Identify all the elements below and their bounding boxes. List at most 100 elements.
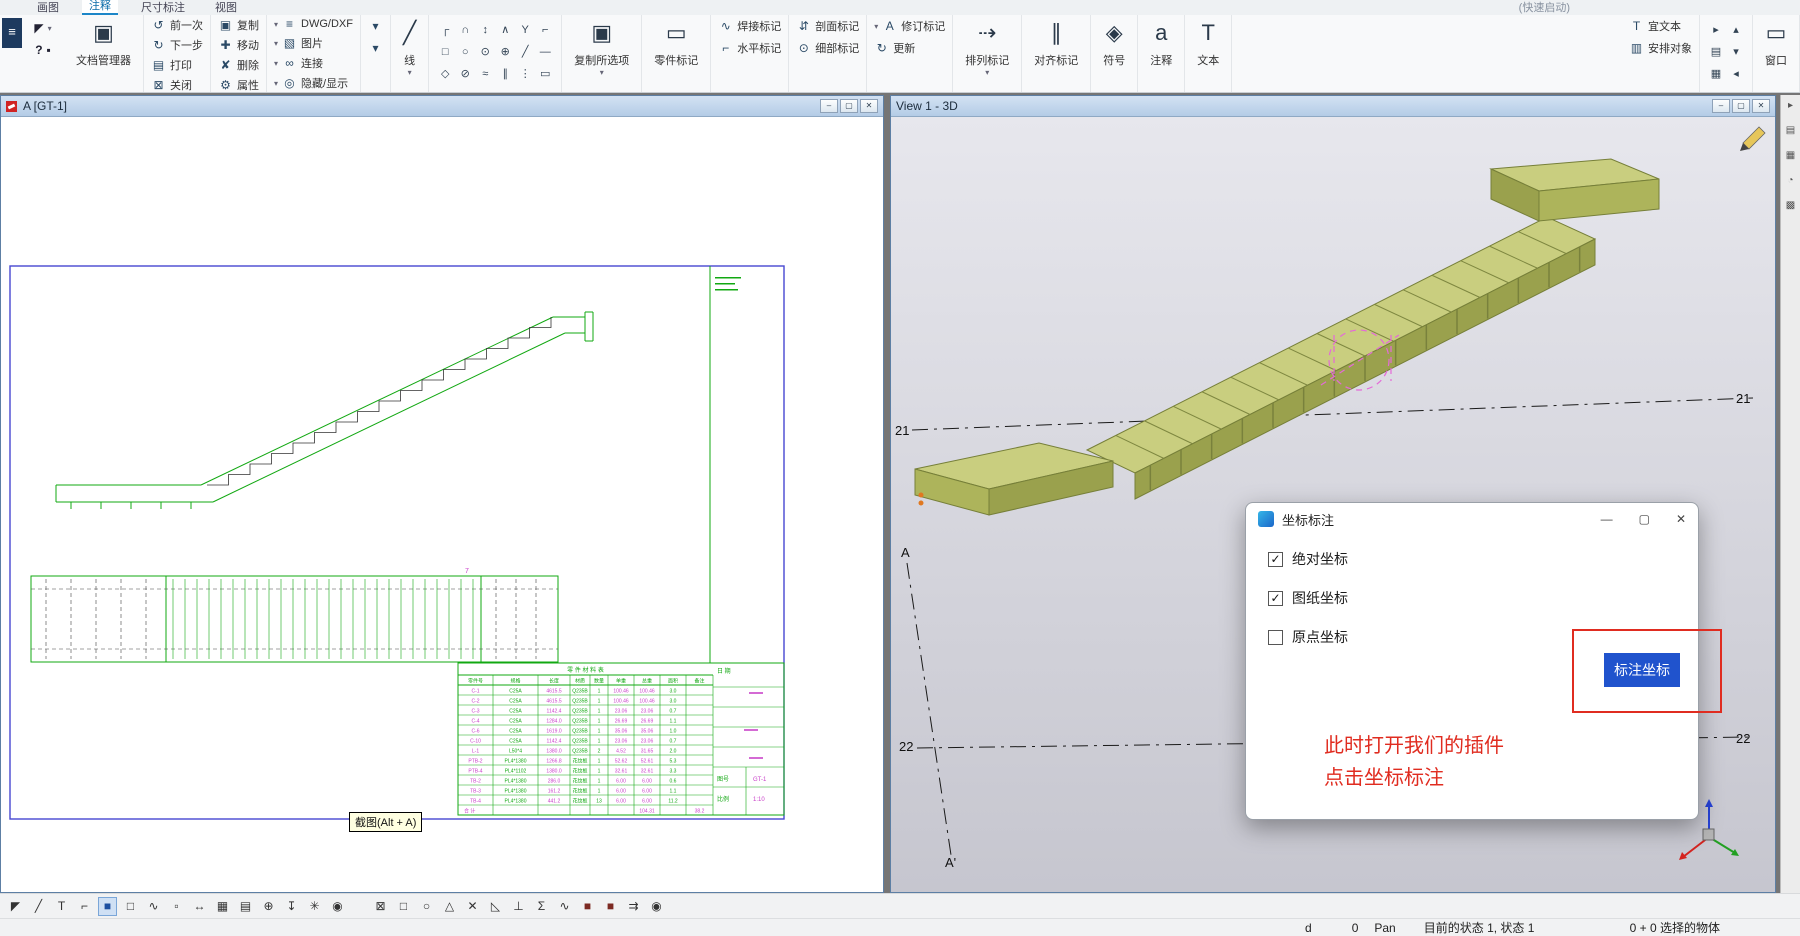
- next-button[interactable]: ↻下一步: [151, 37, 203, 53]
- annotate-coordinates-button[interactable]: 标注坐标: [1604, 653, 1680, 687]
- checkbox-checked[interactable]: ✓: [1268, 591, 1283, 606]
- hide-show-button[interactable]: ▾◎隐藏/显示: [274, 75, 348, 91]
- zoom-icon[interactable]: ⊕: [259, 897, 278, 916]
- shape-rect-tool[interactable]: □: [436, 43, 454, 63]
- annotation-button[interactable]: a注释: [1145, 17, 1177, 69]
- collapse-arrow-icon[interactable]: ▸: [1788, 100, 1793, 111]
- sum-icon[interactable]: Σ: [532, 897, 551, 916]
- dropdown-caret-icon[interactable]: ▾: [985, 68, 989, 77]
- tab-dimension[interactable]: 尺寸标注: [134, 1, 192, 15]
- wave-snap-icon[interactable]: ∿: [555, 897, 574, 916]
- drawing-window-titlebar[interactable]: A [GT-1] – ▢ ✕: [1, 96, 883, 117]
- dialog-maximize-button[interactable]: ▢: [1639, 512, 1650, 526]
- align-marks-button[interactable]: ∥对齐标记: [1029, 17, 1083, 69]
- drawing-canvas[interactable]: 7 零 件 材 料 表零件号规格长度材质数量单重总重面积备注C-1C25A461…: [1, 117, 883, 892]
- shape-corner2-tool[interactable]: ⌐: [536, 21, 554, 41]
- select-cursor-icon[interactable]: ◤: [6, 897, 25, 916]
- shape-arc-tool[interactable]: ∩: [456, 21, 474, 41]
- shape-diamond-tool[interactable]: ◇: [436, 65, 454, 85]
- fill-color-swatch[interactable]: ■: [98, 897, 117, 916]
- shape-corner-tool[interactable]: ┌: [436, 21, 454, 41]
- shape-wave-tool[interactable]: ≈: [476, 65, 494, 85]
- shape-point-tool[interactable]: ⊙: [476, 43, 494, 63]
- shape-dash-tool[interactable]: —: [536, 43, 554, 63]
- grid-icon[interactable]: ▦: [213, 897, 232, 916]
- pencil-icon[interactable]: [1740, 127, 1765, 151]
- new-window-button[interactable]: ▭窗口: [1760, 17, 1792, 69]
- shape-updown-tool[interactable]: ↕: [476, 21, 494, 41]
- freehand-tool-icon[interactable]: ∿: [144, 897, 163, 916]
- mini-tool-icon[interactable]: ▴: [1727, 21, 1745, 41]
- polyline-tool-icon[interactable]: ⌐: [75, 897, 94, 916]
- copy-selected-button[interactable]: ▣复制所选项▾: [569, 17, 634, 78]
- shape-circle-tool[interactable]: ○: [456, 43, 474, 63]
- stretch-icon[interactable]: ↔: [190, 897, 209, 916]
- minimize-button[interactable]: –: [820, 99, 838, 113]
- symbol-button[interactable]: ◈符号: [1098, 17, 1130, 69]
- apps-panel-icon[interactable]: ▩: [1786, 200, 1795, 211]
- shape-angle-tool[interactable]: ∧: [496, 21, 514, 41]
- dialog-titlebar[interactable]: 坐标标注 — ▢ ✕: [1246, 503, 1698, 535]
- snap-star-icon[interactable]: ✳: [305, 897, 324, 916]
- help-icon[interactable]: ?: [35, 43, 42, 57]
- arrange-marks-button[interactable]: ⇢排列标记▾: [960, 17, 1014, 78]
- line-tool-icon[interactable]: ╱: [29, 897, 48, 916]
- properties-button[interactable]: ⚙属性: [218, 77, 259, 93]
- link-button[interactable]: ▾∞连接: [274, 55, 323, 71]
- arrange-objects-button[interactable]: ▥安排对象: [1629, 39, 1692, 57]
- mini-tool-icon[interactable]: ◂: [1727, 65, 1745, 85]
- line-tool-button[interactable]: ╱线▾: [398, 17, 421, 78]
- window-text-button[interactable]: T宜文本: [1629, 17, 1681, 35]
- hatch-icon[interactable]: ▤: [236, 897, 255, 916]
- dropdown-caret[interactable]: ▾: [368, 39, 383, 57]
- move-button[interactable]: ✚移动: [218, 37, 259, 53]
- select-filter2-icon[interactable]: ■: [601, 897, 620, 916]
- update-button[interactable]: ↻更新: [874, 39, 915, 57]
- dialog-minimize-button[interactable]: —: [1601, 512, 1613, 526]
- tab-draw[interactable]: 画图: [30, 1, 66, 15]
- main-menu-button[interactable]: ≡: [2, 18, 22, 48]
- maximize-button[interactable]: ▢: [1732, 99, 1750, 113]
- snap-cross-icon[interactable]: ✕: [463, 897, 482, 916]
- grid-panel-icon[interactable]: ▦: [1786, 150, 1795, 161]
- bottom-landing-3d[interactable]: [915, 443, 1113, 515]
- visibility-icon[interactable]: ◉: [328, 897, 347, 916]
- copy-button[interactable]: ▣复制: [218, 17, 259, 33]
- quick-launch[interactable]: (快速启动): [1519, 0, 1570, 15]
- model-window-titlebar[interactable]: View 1 - 3D – ▢ ✕: [891, 96, 1775, 117]
- mini-tool-icon[interactable]: ▦: [1707, 65, 1725, 85]
- shape-plus-tool[interactable]: ⊕: [496, 43, 514, 63]
- level-mark-button[interactable]: ⌐水平标记: [718, 39, 781, 57]
- shape-branch-tool[interactable]: Y: [516, 21, 534, 41]
- shape-rect2-tool[interactable]: ▭: [536, 65, 554, 85]
- part-mark-button[interactable]: ▭零件标记: [649, 17, 703, 69]
- section-mark-button[interactable]: ⇵剖面标记: [796, 17, 859, 35]
- text-tool-icon[interactable]: T: [52, 897, 71, 916]
- dwg-dxf-button[interactable]: ▾≡DWG/DXF: [274, 17, 353, 31]
- shape-parallel-tool[interactable]: ∥: [496, 65, 514, 85]
- close-button[interactable]: ✕: [860, 99, 878, 113]
- pages-panel-icon[interactable]: ▤: [1786, 125, 1795, 136]
- document-manager-button[interactable]: ▣文档管理器: [71, 17, 136, 69]
- mini-tool-icon[interactable]: ▾: [1727, 43, 1745, 63]
- close-drawing-button[interactable]: ⊠关闭: [151, 77, 192, 93]
- snap-circle-icon[interactable]: ○: [417, 897, 436, 916]
- minimize-button[interactable]: –: [1712, 99, 1730, 113]
- pin-icon[interactable]: ↧: [282, 897, 301, 916]
- tab-annotate[interactable]: 注释: [82, 0, 118, 15]
- top-landing-3d[interactable]: [1491, 159, 1659, 221]
- maximize-button[interactable]: ▢: [840, 99, 858, 113]
- revision-mark-button[interactable]: ▾A修订标记: [874, 17, 945, 35]
- dropdown-caret-icon[interactable]: ▾: [408, 68, 412, 77]
- mini-tool-icon[interactable]: ▸: [1707, 21, 1725, 41]
- detail-mark-button[interactable]: ⊙细部标记: [796, 39, 859, 57]
- print-button[interactable]: ▤打印: [151, 57, 192, 73]
- weld-mark-button[interactable]: ∿焊接标记: [718, 17, 781, 35]
- snap-ortho-icon[interactable]: ⊥: [509, 897, 528, 916]
- close-button[interactable]: ✕: [1752, 99, 1770, 113]
- select-filter-icon[interactable]: ■: [578, 897, 597, 916]
- cursor-icon[interactable]: ◤: [34, 21, 43, 35]
- dropdown-caret-icon[interactable]: ▾: [48, 24, 52, 33]
- snap-triangle-icon[interactable]: △: [440, 897, 459, 916]
- dialog-close-button[interactable]: ✕: [1676, 512, 1686, 526]
